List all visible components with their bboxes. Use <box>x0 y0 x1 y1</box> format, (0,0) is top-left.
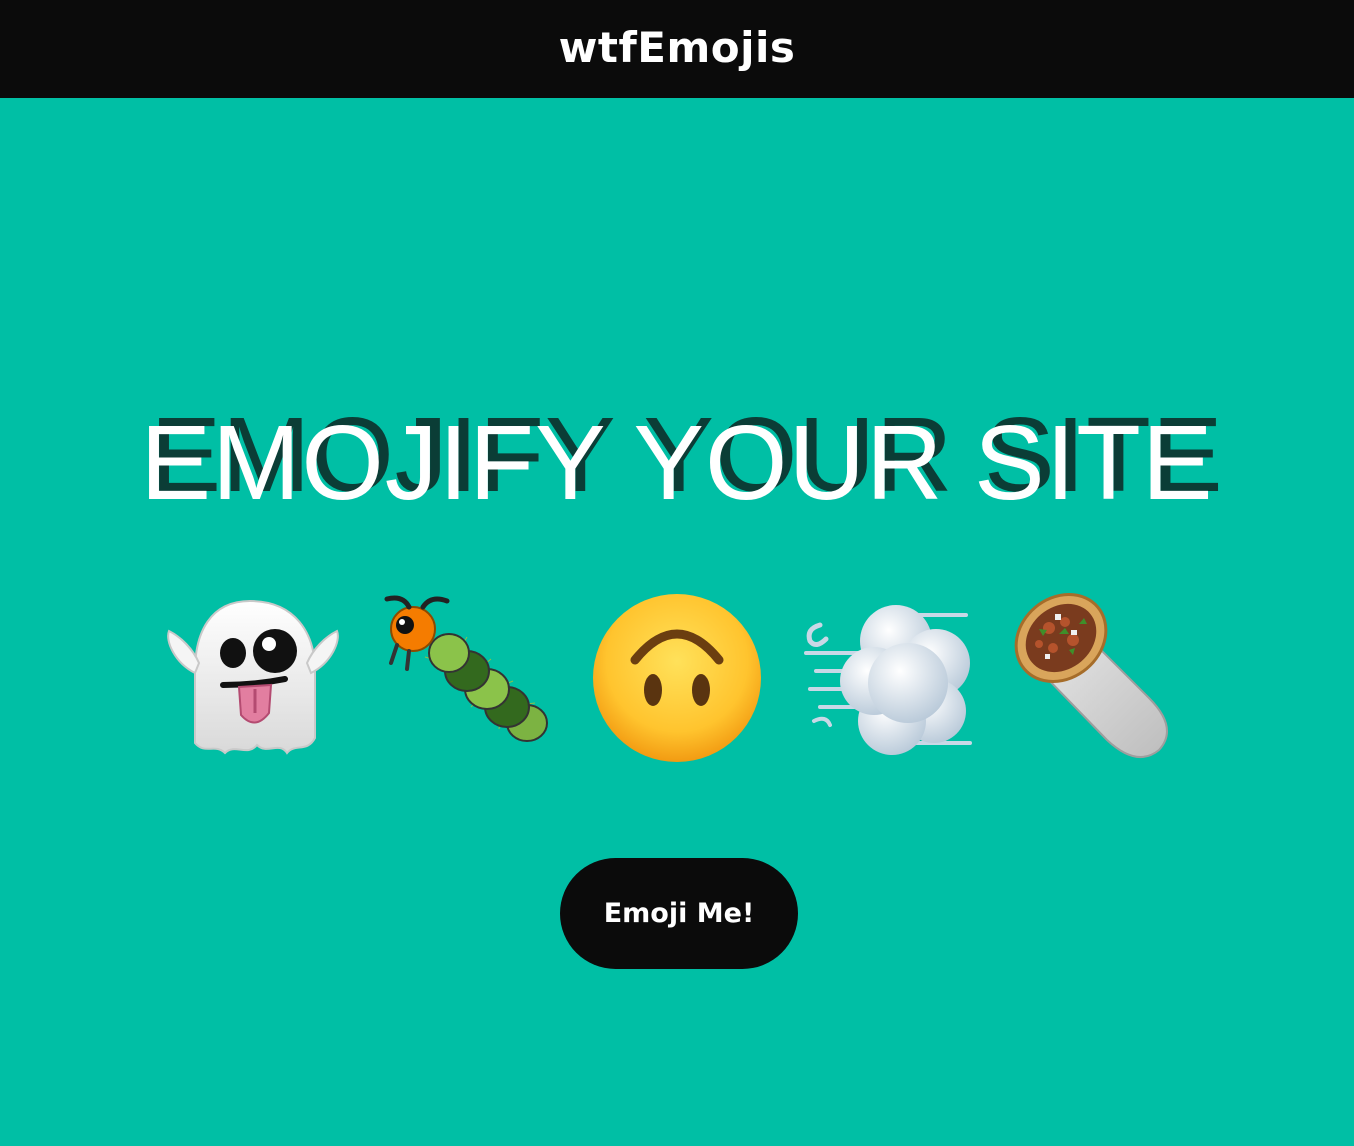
caterpillar-emoji <box>364 588 564 768</box>
upside-down-face-emoji <box>577 588 777 768</box>
emoji-me-button[interactable]: Emoji Me! <box>560 858 798 969</box>
ghost-icon <box>167 599 339 755</box>
ghost-tongue-emoji <box>150 588 350 768</box>
burrito-emoji <box>1004 588 1204 768</box>
emoji-row <box>150 585 1204 770</box>
upside-down-face-icon <box>593 593 761 762</box>
top-bar: wtfEmojis <box>0 0 1354 98</box>
burrito-icon <box>1014 592 1168 758</box>
hero-section: EMOJIFY YOUR SITE <box>0 405 1354 522</box>
brand-logo[interactable]: wtfEmojis <box>559 23 796 72</box>
caterpillar-icon <box>384 595 548 742</box>
hero-headline: EMOJIFY YOUR SITE <box>140 404 1214 522</box>
dash-icon <box>803 604 972 755</box>
dash-smoke-emoji <box>791 588 991 768</box>
